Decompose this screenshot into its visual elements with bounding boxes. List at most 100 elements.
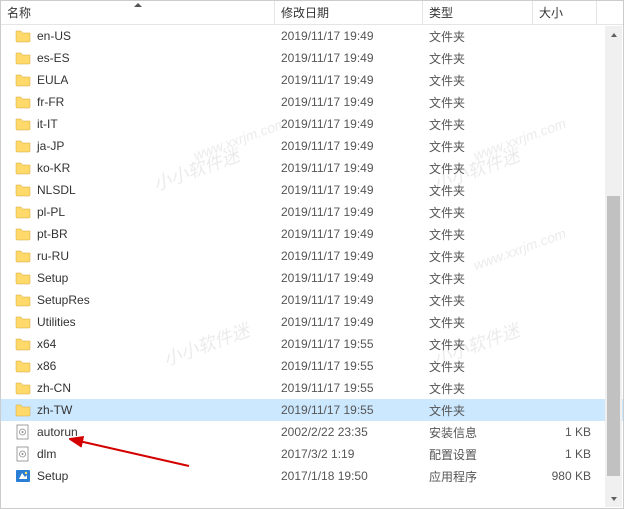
cell-name: dlm: [1, 446, 275, 462]
cell-date: 2019/11/17 19:49: [275, 117, 423, 131]
exe-icon: [15, 468, 31, 484]
file-row[interactable]: en-US2019/11/17 19:49文件夹: [1, 25, 623, 47]
cell-date: 2019/11/17 19:49: [275, 139, 423, 153]
cell-name: zh-CN: [1, 380, 275, 396]
cell-name: NLSDL: [1, 182, 275, 198]
file-row[interactable]: NLSDL2019/11/17 19:49文件夹: [1, 179, 623, 201]
column-label: 类型: [429, 4, 453, 21]
file-row[interactable]: ja-JP 2019/11/17 19:49文件夹: [1, 135, 623, 157]
file-name: zh-TW: [37, 403, 72, 417]
cell-date: 2017/3/2 1:19: [275, 447, 423, 461]
cell-name: ja-JP: [1, 138, 275, 154]
cell-type: 文件夹: [423, 336, 533, 353]
vertical-scrollbar[interactable]: [605, 26, 622, 507]
cell-type: 文件夹: [423, 28, 533, 45]
file-name: EULA: [37, 73, 68, 87]
file-row[interactable]: autorun 2002/2/22 23:35安装信息1 KB: [1, 421, 623, 443]
cell-date: 2019/11/17 19:49: [275, 51, 423, 65]
column-header-size[interactable]: 大小: [533, 1, 597, 24]
file-row[interactable]: es-ES2019/11/17 19:49文件夹: [1, 47, 623, 69]
column-header-date[interactable]: 修改日期: [275, 1, 423, 24]
column-header-type[interactable]: 类型: [423, 1, 533, 24]
folder-icon: [15, 204, 31, 220]
cell-type: 文件夹: [423, 292, 533, 309]
file-name: fr-FR: [37, 95, 64, 109]
file-row[interactable]: EULA2019/11/17 19:49文件夹: [1, 69, 623, 91]
folder-icon: [15, 50, 31, 66]
folder-icon: [15, 226, 31, 242]
cell-date: 2019/11/17 19:49: [275, 183, 423, 197]
folder-icon: [15, 402, 31, 418]
cell-type: 文件夹: [423, 248, 533, 265]
scrollbar-thumb[interactable]: [607, 196, 620, 476]
scroll-down-button[interactable]: [605, 490, 622, 507]
file-row[interactable]: fr-FR2019/11/17 19:49文件夹: [1, 91, 623, 113]
cell-date: 2019/11/17 19:49: [275, 293, 423, 307]
inf-icon: [15, 424, 31, 440]
cell-size: 1 KB: [533, 425, 597, 439]
cell-type: 文件夹: [423, 358, 533, 375]
cell-date: 2019/11/17 19:55: [275, 403, 423, 417]
file-name: pt-BR: [37, 227, 68, 241]
file-name: pl-PL: [37, 205, 65, 219]
file-row[interactable]: it-IT 2019/11/17 19:49文件夹: [1, 113, 623, 135]
folder-icon: [15, 72, 31, 88]
cell-type: 安装信息: [423, 424, 533, 441]
file-list[interactable]: en-US2019/11/17 19:49文件夹es-ES2019/11/17 …: [1, 25, 623, 485]
folder-icon: [15, 314, 31, 330]
cell-type: 文件夹: [423, 182, 533, 199]
file-row[interactable]: SetupRes 2019/11/17 19:49文件夹: [1, 289, 623, 311]
cell-name: EULA: [1, 72, 275, 88]
file-row[interactable]: zh-TW2019/11/17 19:55文件夹: [1, 399, 623, 421]
file-row[interactable]: pl-PL 2019/11/17 19:49文件夹: [1, 201, 623, 223]
scroll-up-button[interactable]: [605, 26, 622, 43]
file-name: ja-JP: [37, 139, 64, 153]
file-row[interactable]: zh-CN2019/11/17 19:55文件夹: [1, 377, 623, 399]
file-row[interactable]: x642019/11/17 19:55文件夹: [1, 333, 623, 355]
file-name: Setup: [37, 271, 68, 285]
file-row[interactable]: ko-KR2019/11/17 19:49文件夹: [1, 157, 623, 179]
cell-name: fr-FR: [1, 94, 275, 110]
cell-name: pl-PL: [1, 204, 275, 220]
cell-type: 文件夹: [423, 204, 533, 221]
folder-icon: [15, 358, 31, 374]
cell-type: 文件夹: [423, 380, 533, 397]
file-name: SetupRes: [37, 293, 90, 307]
cell-date: 2002/2/22 23:35: [275, 425, 423, 439]
column-header-name[interactable]: 名称: [1, 1, 275, 24]
file-row[interactable]: Utilities2019/11/17 19:49文件夹: [1, 311, 623, 333]
cell-name: it-IT: [1, 116, 275, 132]
file-row[interactable]: pt-BR2019/11/17 19:49文件夹: [1, 223, 623, 245]
file-name: ko-KR: [37, 161, 70, 175]
file-row[interactable]: x862019/11/17 19:55文件夹: [1, 355, 623, 377]
folder-icon: [15, 28, 31, 44]
file-name: ru-RU: [37, 249, 69, 263]
cell-date: 2019/11/17 19:49: [275, 73, 423, 87]
cell-type: 文件夹: [423, 116, 533, 133]
cell-date: 2019/11/17 19:49: [275, 315, 423, 329]
file-name: it-IT: [37, 117, 58, 131]
cell-size: 1 KB: [533, 447, 597, 461]
file-name: es-ES: [37, 51, 70, 65]
file-row[interactable]: dlm2017/3/2 1:19配置设置1 KB: [1, 443, 623, 465]
cell-type: 文件夹: [423, 138, 533, 155]
file-row[interactable]: ru-RU2019/11/17 19:49文件夹: [1, 245, 623, 267]
cell-type: 文件夹: [423, 270, 533, 287]
cell-name: Setup: [1, 270, 275, 286]
cell-date: 2019/11/17 19:55: [275, 337, 423, 351]
column-label: 名称: [7, 4, 31, 21]
folder-icon: [15, 270, 31, 286]
file-name: autorun: [37, 425, 78, 439]
cell-date: 2019/11/17 19:49: [275, 205, 423, 219]
column-header-row: 名称 修改日期 类型 大小: [1, 1, 623, 25]
folder-icon: [15, 336, 31, 352]
file-name: en-US: [37, 29, 71, 43]
file-row[interactable]: Setup2019/11/17 19:49文件夹: [1, 267, 623, 289]
cell-name: en-US: [1, 28, 275, 44]
column-label: 大小: [539, 4, 563, 21]
file-row[interactable]: Setup2017/1/18 19:50应用程序980 KB: [1, 465, 623, 485]
cell-type: 文件夹: [423, 314, 533, 331]
cell-name: SetupRes: [1, 292, 275, 308]
cell-type: 文件夹: [423, 160, 533, 177]
file-name: x86: [37, 359, 56, 373]
